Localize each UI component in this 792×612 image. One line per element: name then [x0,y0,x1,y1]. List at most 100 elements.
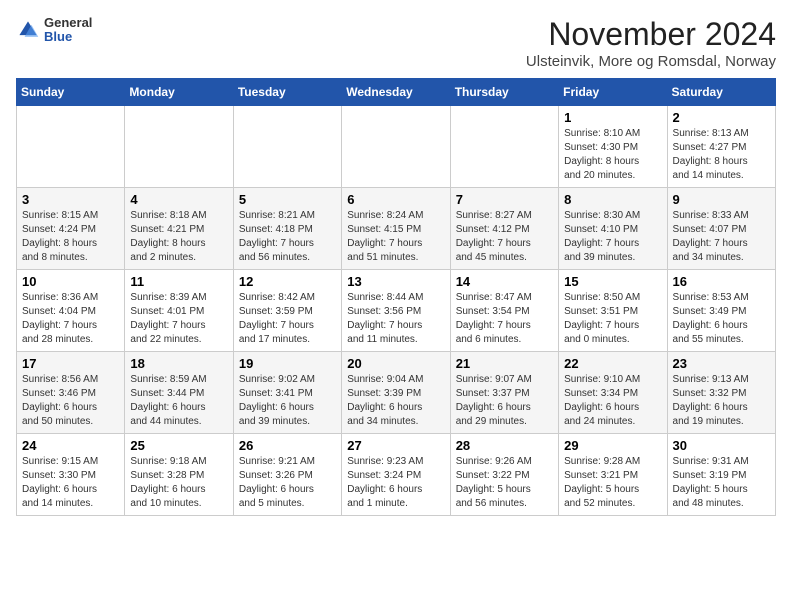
day-number: 1 [564,110,661,125]
calendar-cell: 26Sunrise: 9:21 AM Sunset: 3:26 PM Dayli… [233,434,341,516]
day-number: 27 [347,438,444,453]
month-title: November 2024 [526,16,776,53]
weekday-header: Monday [125,79,233,106]
calendar-cell: 7 Sunrise: 8:27 AM Sunset: 4:12 PM Daylig… [450,188,558,270]
calendar-cell: 9 Sunrise: 8:33 AM Sunset: 4:07 PM Daylig… [667,188,775,270]
day-number: 16 [673,274,770,289]
day-number: 11 [130,274,227,289]
calendar-cell: 24 Sunrise: 9:15 AM Sunset: 3:30 PM Dayli… [17,434,125,516]
calendar-cell: 20 Sunrise: 9:04 AM Sunset: 3:39 PM Dayli… [342,352,450,434]
calendar-cell: 6Sunrise: 8:24 AM Sunset: 4:15 PM Daylig… [342,188,450,270]
calendar-table: SundayMondayTuesdayWednesdayThursdayFrid… [16,78,776,516]
logo: General Blue [16,16,92,45]
day-info: Sunrise: 8:56 AM Sunset: 3:46 PM Dayligh… [22,373,119,429]
day-number: 8 [564,192,661,207]
calendar-cell [450,106,558,188]
day-info: Sunrise: 8:33 AM Sunset: 4:07 PM Dayligh… [673,209,770,265]
day-info: Sunrise: 8:47 AM Sunset: 3:54 PM Dayligh… [456,291,553,347]
weekday-header: Friday [559,79,667,106]
calendar-cell: 1 Sunrise: 8:10 AM Sunset: 4:30 PM Daylig… [559,106,667,188]
day-number: 7 [456,192,553,207]
page-header: General Blue November 2024 Ulsteinvik, M… [16,16,776,70]
day-info: Sunrise: 9:07 AM Sunset: 3:37 PM Dayligh… [456,373,553,429]
day-number: 13 [347,274,444,289]
day-number: 30 [673,438,770,453]
day-number: 25 [130,438,227,453]
day-number: 3 [22,192,119,207]
day-info: Sunrise: 8:24 AM Sunset: 4:15 PM Dayligh… [347,209,444,265]
weekday-header: Thursday [450,79,558,106]
day-info: Sunrise: 9:21 AM Sunset: 3:26 PM Dayligh… [239,455,336,511]
calendar-cell: 23Sunrise: 9:13 AM Sunset: 3:32 PM Dayli… [667,352,775,434]
day-number: 9 [673,192,770,207]
day-number: 22 [564,356,661,371]
day-info: Sunrise: 9:28 AM Sunset: 3:21 PM Dayligh… [564,455,661,511]
day-info: Sunrise: 8:27 AM Sunset: 4:12 PM Dayligh… [456,209,553,265]
calendar-cell [233,106,341,188]
calendar-week-row: 17 Sunrise: 8:56 AM Sunset: 3:46 PM Dayli… [17,352,776,434]
calendar-cell [342,106,450,188]
weekday-header: Tuesday [233,79,341,106]
day-info: Sunrise: 9:18 AM Sunset: 3:28 PM Dayligh… [130,455,227,511]
day-info: Sunrise: 8:53 AM Sunset: 3:49 PM Dayligh… [673,291,770,347]
calendar-cell: 12 Sunrise: 8:42 AM Sunset: 3:59 PM Dayli… [233,270,341,352]
day-number: 29 [564,438,661,453]
calendar-week-row: 3 Sunrise: 8:15 AM Sunset: 4:24 PM Daylig… [17,188,776,270]
calendar-cell: 19 Sunrise: 9:02 AM Sunset: 3:41 PM Dayli… [233,352,341,434]
calendar-week-row: 24 Sunrise: 9:15 AM Sunset: 3:30 PM Dayli… [17,434,776,516]
day-number: 17 [22,356,119,371]
calendar-cell [17,106,125,188]
location: Ulsteinvik, More og Romsdal, Norway [526,53,776,70]
day-info: Sunrise: 8:10 AM Sunset: 4:30 PM Dayligh… [564,127,661,183]
calendar-cell: 11 Sunrise: 8:39 AM Sunset: 4:01 PM Dayli… [125,270,233,352]
day-number: 5 [239,192,336,207]
day-number: 21 [456,356,553,371]
day-number: 12 [239,274,336,289]
calendar-cell: 25 Sunrise: 9:18 AM Sunset: 3:28 PM Dayli… [125,434,233,516]
calendar-week-row: 10 Sunrise: 8:36 AM Sunset: 4:04 PM Dayli… [17,270,776,352]
calendar-cell: 3 Sunrise: 8:15 AM Sunset: 4:24 PM Daylig… [17,188,125,270]
day-info: Sunrise: 9:04 AM Sunset: 3:39 PM Dayligh… [347,373,444,429]
day-info: Sunrise: 8:18 AM Sunset: 4:21 PM Dayligh… [130,209,227,265]
day-info: Sunrise: 9:02 AM Sunset: 3:41 PM Dayligh… [239,373,336,429]
day-info: Sunrise: 8:13 AM Sunset: 4:27 PM Dayligh… [673,127,770,183]
calendar-cell: 4 Sunrise: 8:18 AM Sunset: 4:21 PM Daylig… [125,188,233,270]
day-info: Sunrise: 8:42 AM Sunset: 3:59 PM Dayligh… [239,291,336,347]
day-number: 18 [130,356,227,371]
calendar-cell: 14Sunrise: 8:47 AM Sunset: 3:54 PM Dayli… [450,270,558,352]
calendar-cell: 18 Sunrise: 8:59 AM Sunset: 3:44 PM Dayli… [125,352,233,434]
day-info: Sunrise: 9:15 AM Sunset: 3:30 PM Dayligh… [22,455,119,511]
day-info: Sunrise: 8:30 AM Sunset: 4:10 PM Dayligh… [564,209,661,265]
day-info: Sunrise: 8:21 AM Sunset: 4:18 PM Dayligh… [239,209,336,265]
calendar-cell: 8 Sunrise: 8:30 AM Sunset: 4:10 PM Daylig… [559,188,667,270]
calendar-cell: 15Sunrise: 8:50 AM Sunset: 3:51 PM Dayli… [559,270,667,352]
logo-icon [16,18,40,42]
calendar-cell: 21 Sunrise: 9:07 AM Sunset: 3:37 PM Dayli… [450,352,558,434]
calendar-cell: 16 Sunrise: 8:53 AM Sunset: 3:49 PM Dayli… [667,270,775,352]
calendar-cell: 5 Sunrise: 8:21 AM Sunset: 4:18 PM Daylig… [233,188,341,270]
title-block: November 2024 Ulsteinvik, More og Romsda… [526,16,776,70]
day-info: Sunrise: 8:44 AM Sunset: 3:56 PM Dayligh… [347,291,444,347]
calendar-cell: 2Sunrise: 8:13 AM Sunset: 4:27 PM Daylig… [667,106,775,188]
calendar-cell: 30Sunrise: 9:31 AM Sunset: 3:19 PM Dayli… [667,434,775,516]
logo-text: General Blue [44,16,92,45]
day-info: Sunrise: 9:13 AM Sunset: 3:32 PM Dayligh… [673,373,770,429]
calendar-cell: 17 Sunrise: 8:56 AM Sunset: 3:46 PM Dayli… [17,352,125,434]
calendar-cell: 22Sunrise: 9:10 AM Sunset: 3:34 PM Dayli… [559,352,667,434]
day-info: Sunrise: 8:15 AM Sunset: 4:24 PM Dayligh… [22,209,119,265]
day-info: Sunrise: 8:39 AM Sunset: 4:01 PM Dayligh… [130,291,227,347]
calendar-cell: 27 Sunrise: 9:23 AM Sunset: 3:24 PM Dayli… [342,434,450,516]
day-info: Sunrise: 8:36 AM Sunset: 4:04 PM Dayligh… [22,291,119,347]
day-info: Sunrise: 9:23 AM Sunset: 3:24 PM Dayligh… [347,455,444,511]
day-info: Sunrise: 9:26 AM Sunset: 3:22 PM Dayligh… [456,455,553,511]
weekday-header: Saturday [667,79,775,106]
weekday-header: Wednesday [342,79,450,106]
day-number: 19 [239,356,336,371]
day-number: 4 [130,192,227,207]
day-info: Sunrise: 8:59 AM Sunset: 3:44 PM Dayligh… [130,373,227,429]
calendar-cell [125,106,233,188]
day-number: 24 [22,438,119,453]
day-number: 20 [347,356,444,371]
day-info: Sunrise: 8:50 AM Sunset: 3:51 PM Dayligh… [564,291,661,347]
day-number: 10 [22,274,119,289]
